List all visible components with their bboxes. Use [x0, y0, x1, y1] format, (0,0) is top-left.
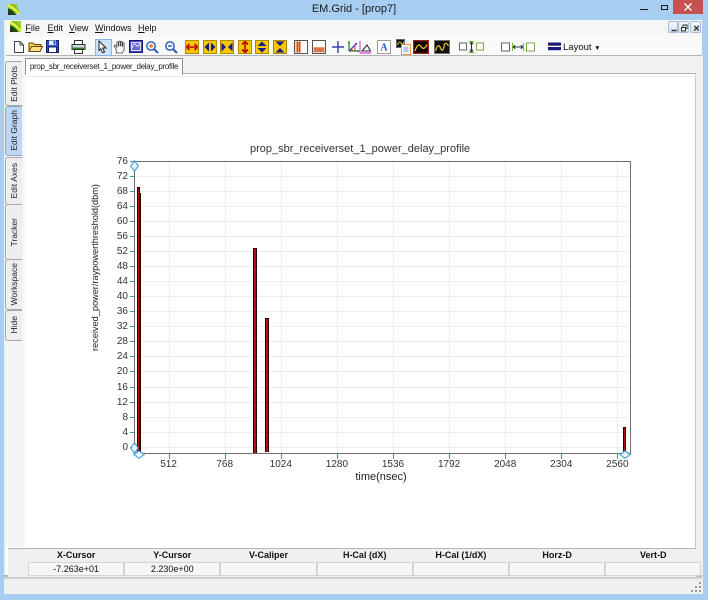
svg-text:A: A — [380, 42, 388, 53]
